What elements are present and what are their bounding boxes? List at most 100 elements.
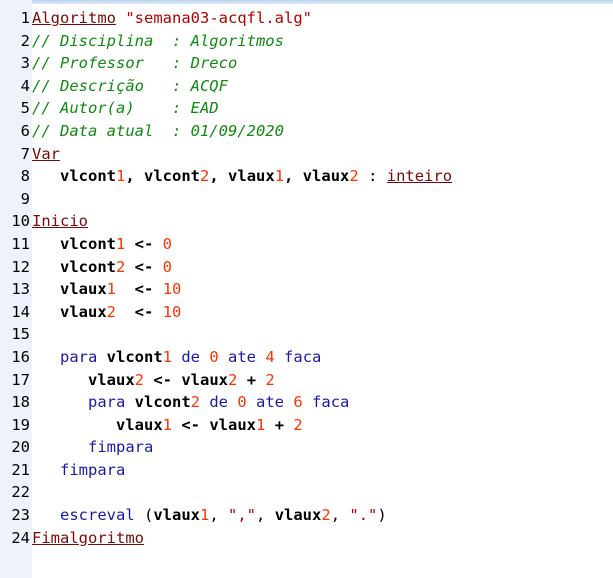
code-line[interactable]: 14 vlaux2 <- 10 — [0, 301, 613, 324]
code-text: Inicio — [32, 210, 613, 233]
code-line[interactable]: 11 vlcont1 <- 0 — [0, 233, 613, 256]
code-editor[interactable]: 1 Algoritmo "semana03-acqfl.alg" 2// Disci… — [0, 7, 613, 549]
code-line[interactable]: 4// Descrição : ACQF — [0, 75, 613, 98]
code-line[interactable]: 15 — [0, 323, 613, 346]
code-line[interactable]: 7 Var — [0, 143, 613, 166]
code-token: faca — [302, 393, 350, 412]
code-text: vlcont2 <- 0 — [32, 256, 613, 279]
code-token: 1 — [162, 415, 173, 434]
code-token: , — [256, 506, 275, 525]
code-token: vlaux — [302, 167, 350, 186]
code-token: : — [358, 167, 387, 186]
line-number: 11 — [11, 234, 30, 253]
code-token: 1 — [162, 347, 173, 366]
code-token: vlaux — [116, 415, 163, 434]
code-text: vlaux2 <- 10 — [32, 301, 613, 324]
code-token: Inicio — [32, 212, 88, 231]
code-line[interactable]: 20 fimpara — [0, 436, 613, 459]
code-token: 2 — [190, 393, 201, 412]
line-number: 19 — [11, 415, 30, 434]
code-line[interactable]: 2// Disciplina : Algoritmos — [0, 30, 613, 53]
code-token: Var — [32, 144, 60, 163]
code-token: "," — [228, 506, 257, 525]
code-token: Fimalgoritmo — [32, 528, 144, 547]
code-line[interactable]: 16 para vlcont1 de 0 ate 4 faca — [0, 346, 613, 369]
code-line[interactable]: 22 — [0, 481, 613, 504]
code-token: 2 — [228, 370, 238, 389]
code-line[interactable]: 19 vlaux1 <- vlaux1 + 2 — [0, 414, 613, 437]
line-number: 21 — [11, 460, 30, 479]
code-token: // Autor(a) : EAD — [32, 99, 219, 118]
code-token: 1 — [106, 280, 117, 299]
code-token: , — [125, 167, 145, 186]
code-token: 1 — [256, 415, 266, 434]
line-number: 3 — [20, 54, 30, 73]
code-token: 2 — [265, 370, 275, 389]
code-token: vlcont — [60, 257, 116, 276]
line-number: 9 — [20, 189, 30, 208]
line-number: 13 — [11, 280, 30, 299]
code-token: faca — [274, 347, 322, 366]
editor-top-border — [0, 0, 613, 4]
code-line[interactable]: 23 escreval (vlaux1, ",", vlaux2, ".") — [0, 504, 613, 527]
code-token: <- — [116, 280, 163, 299]
code-token: vlcont — [106, 347, 163, 366]
code-line[interactable]: 1 Algoritmo "semana03-acqfl.alg" — [0, 7, 613, 30]
code-token: 2 — [321, 506, 331, 525]
code-token: para — [88, 393, 126, 412]
code-line[interactable]: 13 vlaux1 <- 10 — [0, 278, 613, 301]
code-token: , — [284, 167, 303, 186]
code-token: , — [209, 506, 229, 525]
code-token: // Data atual : 01/09/2020 — [32, 121, 284, 140]
code-line[interactable]: 17 vlaux2 <- vlaux2 + 2 — [0, 369, 613, 392]
line-number: 1 — [20, 9, 30, 27]
code-line[interactable]: 5// Autor(a) : EAD — [0, 97, 613, 120]
code-line[interactable]: 24 Fimalgoritmo — [0, 527, 613, 550]
code-line[interactable]: 18 para vlcont2 de 0 ate 6 faca — [0, 391, 613, 414]
code-token: 4 — [265, 347, 275, 366]
line-number: 22 — [11, 483, 30, 502]
code-token: 1 — [116, 234, 126, 253]
line-number: 7 — [20, 144, 30, 163]
code-token: vlcont — [144, 167, 201, 186]
code-token: de — [200, 393, 238, 412]
code-line[interactable]: 9 — [0, 188, 613, 211]
code-line[interactable]: 8 vlcont1, vlcont2, vlaux1, vlaux2 : int… — [0, 165, 613, 188]
code-token: vlaux — [88, 370, 135, 389]
code-token: ) — [377, 506, 387, 525]
code-text: Algoritmo "semana03-acqfl.alg" — [32, 7, 613, 30]
code-line[interactable]: 12 vlcont2 <- 0 — [0, 256, 613, 279]
code-token: vlaux — [228, 167, 275, 186]
code-text: // Data atual : 01/09/2020 — [32, 120, 613, 143]
code-line[interactable]: 6// Data atual : 01/09/2020 — [0, 120, 613, 143]
code-token: fimpara — [60, 460, 126, 479]
line-number: 8 — [20, 167, 30, 186]
line-number: 6 — [20, 121, 30, 140]
code-text: // Descrição : ACQF — [32, 75, 613, 98]
code-token: <- — [125, 257, 163, 276]
code-line[interactable]: 3// Professor : Dreco — [0, 52, 613, 75]
code-line[interactable]: 10 Inicio — [0, 210, 613, 233]
code-text: vlaux2 <- vlaux2 + 2 — [32, 369, 613, 392]
line-number: 5 — [20, 99, 30, 118]
code-text: fimpara — [32, 459, 613, 482]
code-token: // Disciplina : Algoritmos — [32, 31, 284, 50]
code-token: 1 — [200, 506, 210, 525]
code-token: Algoritmo — [32, 9, 116, 27]
code-token: 2 — [349, 167, 359, 186]
code-token: vlcont — [60, 234, 116, 253]
code-token: 6 — [293, 393, 303, 412]
code-token: 2 — [200, 167, 210, 186]
code-text: para vlcont2 de 0 ate 6 faca — [32, 391, 613, 414]
code-line[interactable]: 21 fimpara — [0, 459, 613, 482]
